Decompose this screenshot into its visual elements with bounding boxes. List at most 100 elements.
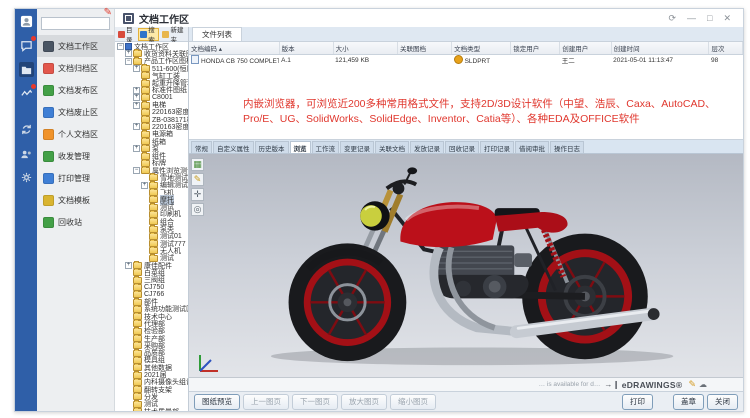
column-header[interactable]: 大小 (333, 42, 397, 55)
pencil-icon[interactable]: ✎ (191, 173, 204, 186)
doc-archive-icon (43, 63, 54, 74)
search-input[interactable] (41, 17, 110, 30)
preview-tab[interactable]: 历史版本 (255, 141, 289, 153)
preview-tab[interactable]: 自定义属性 (213, 141, 254, 153)
sidebar-item-doc-obsolete[interactable]: 文档废止区 (37, 101, 114, 123)
collapse-icon[interactable]: − (125, 58, 132, 65)
sidebar-item-print-manage[interactable]: 打印管理 (37, 167, 114, 189)
sidebar-item-label: 打印管理 (58, 173, 90, 184)
left-action-buttons: 图纸预览上一图页下一图页放大图页缩小图页 (194, 394, 436, 410)
column-header[interactable]: 版本 (279, 42, 333, 55)
preview-tab[interactable]: 浏览 (290, 141, 311, 153)
sidebar-item-doc-workspace[interactable]: 文档工作区 (37, 35, 114, 57)
edrawings-watermark: →❙ eDRAWINGS® (604, 380, 682, 390)
expand-icon[interactable]: + (133, 94, 140, 101)
expand-icon[interactable]: + (133, 123, 140, 130)
column-header[interactable]: 创建用户 (560, 42, 611, 55)
tab-file-list[interactable]: 文件列表 (192, 27, 242, 41)
action-button: 缩小图页 (390, 394, 436, 410)
preview-tab[interactable]: 发放记录 (410, 141, 444, 153)
cell-created: 2021-05-01 11:13:47 (611, 55, 709, 66)
sync-icon[interactable] (19, 122, 34, 137)
contacts-icon[interactable] (19, 146, 34, 161)
tree-item[interactable]: CJ750 (115, 284, 188, 291)
preview-tab[interactable]: 关联文档 (375, 141, 409, 153)
expand-icon[interactable]: + (133, 102, 140, 109)
action-button[interactable]: 打印 (622, 394, 653, 410)
expand-icon[interactable]: + (133, 87, 140, 94)
preview-tab[interactable]: 变更记录 (340, 141, 374, 153)
column-header[interactable]: 文档编码 ▴ (189, 42, 279, 55)
column-header[interactable]: 关联图档 (398, 42, 452, 55)
main-area: 文档工作区 ⟳—□✕ 目录搜索新建夹 −文档工作区+收货资料关联图档−产品工作区… (115, 9, 743, 411)
viewer-toolbar: ▦ ✎ ✛ ◎ (191, 158, 204, 216)
tree-item[interactable]: 三阀组 (115, 277, 188, 284)
sidebar-item-recycle-bin[interactable]: 回收站 (37, 211, 114, 233)
expand-icon[interactable]: + (141, 182, 148, 189)
cloud-icon[interactable]: ☁ (699, 380, 707, 389)
cell-size: 121,459 KB (333, 55, 397, 66)
tree-item[interactable]: 技术质量部 (115, 408, 188, 411)
action-button[interactable]: 盖章 (673, 394, 704, 410)
action-button[interactable]: 关闭 (707, 394, 738, 410)
sidebar-item-personal-docs[interactable]: 个人文档区 (37, 123, 114, 145)
sidebar-item-doc-template[interactable]: 文档模板 (37, 189, 114, 211)
sidebar-item-send-receive[interactable]: 收发管理 (37, 145, 114, 167)
action-button: 上一图页 (243, 394, 289, 410)
column-header[interactable]: 文档类型 (452, 42, 511, 55)
close-icon[interactable]: ✕ (723, 14, 731, 23)
column-header[interactable]: 创建时间 (611, 42, 709, 55)
layers-icon[interactable]: ▦ (191, 158, 204, 171)
edrawings-logo-text: eDRAWINGS® (622, 380, 683, 390)
search-button[interactable]: 搜索 (138, 28, 159, 41)
preview-tab[interactable]: 工作流 (312, 141, 340, 153)
minimize-icon[interactable]: — (687, 14, 696, 23)
column-header[interactable]: 锁定用户 (511, 42, 560, 55)
table-row[interactable]: HONDA CB 750 COMPLET.SLDPRTA.1121,459 KB… (189, 55, 743, 66)
expand-icon[interactable]: + (133, 145, 140, 152)
expand-icon[interactable]: + (133, 65, 140, 72)
column-header[interactable]: 层次 (709, 42, 743, 55)
expand-icon[interactable]: + (125, 262, 132, 269)
sidebar: ✎ 文档工作区文档归档区文档发布区文档废止区个人文档区收发管理打印管理文档模板回… (37, 9, 115, 411)
activity-icon[interactable] (19, 86, 34, 101)
action-button[interactable]: 图纸预览 (194, 394, 240, 410)
tree-item[interactable]: +标准件图纸 (115, 87, 188, 94)
refresh-icon[interactable]: ⟳ (668, 14, 676, 23)
maximize-icon[interactable]: □ (707, 14, 712, 23)
zoom-icon[interactable]: ◎ (191, 203, 204, 216)
doc-workspace-icon (43, 41, 54, 52)
sidebar-item-doc-publish[interactable]: 文档发布区 (37, 79, 114, 101)
front-wheel (289, 244, 407, 362)
cell-type: SLDPRT (452, 55, 511, 66)
preview-tab-strip: 常规自定义属性历史版本浏览工作流变更记录关联文档发放记录回收记录打印记录借阅审批… (189, 140, 743, 154)
folder-icon (133, 58, 142, 65)
chat-icon[interactable] (19, 38, 34, 53)
motorcycle-3d-model[interactable] (227, 159, 727, 371)
tree-item-label: 技术质量部 (144, 407, 179, 412)
collapse-icon[interactable]: − (133, 167, 140, 174)
sidebar-item-label: 文档废止区 (58, 107, 98, 118)
preview-tab[interactable]: 常规 (191, 141, 212, 153)
sidebar-item-label: 回收站 (58, 217, 82, 228)
expand-icon[interactable]: + (125, 50, 132, 57)
catalog-button[interactable]: 目录 (116, 28, 137, 41)
new-folder-button[interactable]: 新建夹 (160, 28, 187, 41)
preview-tab[interactable]: 回收记录 (445, 141, 479, 153)
move-icon[interactable]: ✛ (191, 188, 204, 201)
titlebar: 文档工作区 ⟳—□✕ (115, 9, 743, 27)
user-icon[interactable] (19, 14, 34, 29)
preview-tab[interactable]: 打印记录 (480, 141, 514, 153)
preview-tab[interactable]: 操作日志 (550, 141, 584, 153)
folder-icon[interactable] (19, 62, 34, 77)
sidebar-item-doc-archive[interactable]: 文档归档区 (37, 57, 114, 79)
collapse-icon[interactable]: − (117, 43, 124, 50)
settings-icon[interactable] (19, 170, 34, 185)
preview-tab[interactable]: 借阅审批 (515, 141, 549, 153)
pencil-icon[interactable]: ✎ (688, 379, 696, 390)
bottom-action-bar: 图纸预览上一图页下一图页放大图页缩小图页 打印 盖章关闭 (189, 391, 743, 411)
recycle-bin-icon (43, 217, 54, 228)
folder-tree: −文档工作区+收货资料关联图档−产品工作区图档+511-600(恒压泵)气缸工装… (115, 42, 188, 411)
file-table: 文档编码 ▴版本大小关联图档文档类型锁定用户创建用户创建时间层次 HONDA C… (189, 42, 743, 65)
annotation-line-2: Pro/E、UG、SolidWorks、SolidEdge、Inventor、C… (243, 112, 716, 127)
